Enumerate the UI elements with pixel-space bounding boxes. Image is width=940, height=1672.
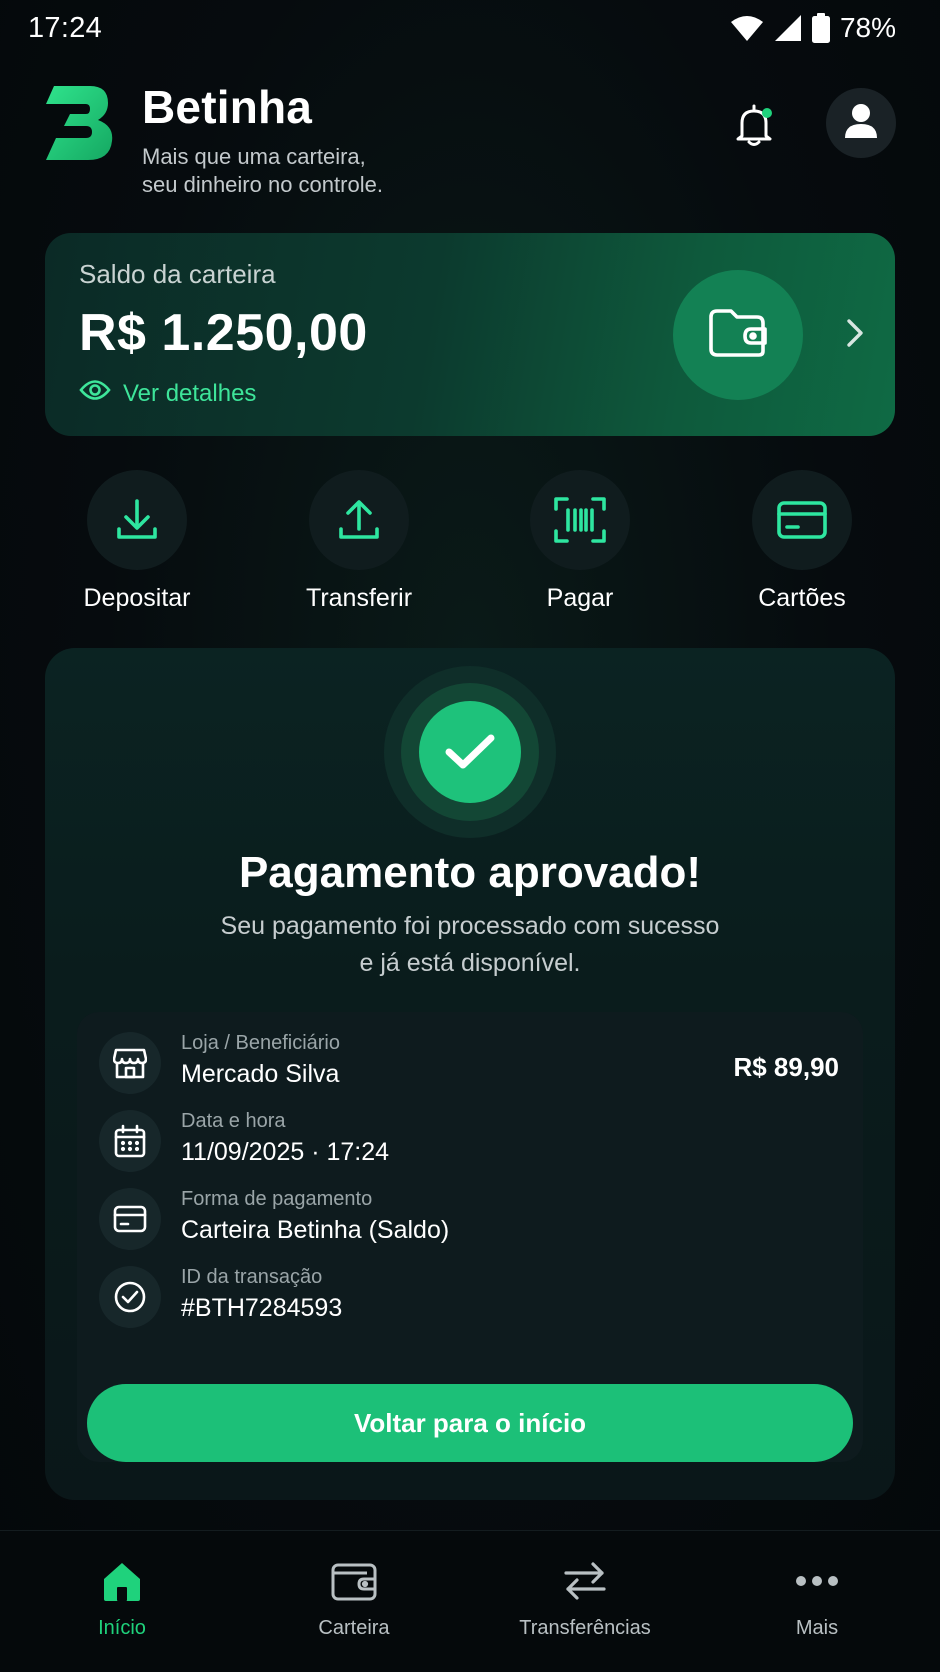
brand-block: Betinha Mais que uma carteira, seu dinhe… (142, 82, 442, 199)
payment-amount: R$ 89,90 (733, 1052, 839, 1082)
detail-value-datetime: 11/09/2025 · 17:24 (181, 1138, 390, 1166)
detail-label-datetime: Data e hora (181, 1110, 286, 1132)
credit-card-icon (752, 470, 852, 570)
action-pay[interactable]: Pagar (500, 470, 660, 613)
chevron-right-icon (845, 317, 865, 354)
quick-actions: Depositar Transferir Pagar Cartões (0, 470, 940, 620)
barcode-scan-icon (530, 470, 630, 570)
download-icon (87, 470, 187, 570)
user-icon (843, 102, 879, 145)
action-deposit-label: Depositar (83, 584, 191, 612)
nav-item-home[interactable]: Início (12, 1557, 232, 1640)
calendar-icon (99, 1110, 161, 1172)
app-screen: 17:24 78% Betinha Mais que uma carteira,… (0, 0, 940, 1672)
back-to-home-button[interactable]: Voltar para o início (87, 1384, 853, 1462)
battery-percent: 78% (839, 12, 896, 43)
transfer-arrows-icon (475, 1557, 695, 1605)
detail-value-store: Mercado Silva (181, 1060, 340, 1088)
notifications-button[interactable] (724, 98, 784, 158)
nav-item-more[interactable]: Mais (707, 1557, 927, 1640)
app-header: Betinha Mais que uma carteira, seu dinhe… (44, 82, 896, 202)
eye-icon (79, 379, 111, 408)
detail-label-transaction-id: ID da transação (181, 1266, 323, 1288)
balance-label: Saldo da carteira (79, 259, 276, 289)
wifi-icon (730, 14, 764, 42)
status-bar: 17:24 78% (0, 0, 940, 56)
nav-label-wallet: Carteira (318, 1617, 390, 1639)
betinha-logo-icon (46, 86, 114, 160)
check-circle-icon (99, 1266, 161, 1328)
detail-row-store: Loja / Beneficiário Mercado Silva R$ 89,… (99, 1032, 839, 1096)
tagline-line-1: Mais que uma carteira, (142, 143, 366, 169)
nav-label-transfers: Transferências (519, 1617, 651, 1639)
payment-approved-title: Pagamento aprovado! (238, 848, 702, 897)
detail-row-transaction-id: ID da transação #BTH7284593 (99, 1266, 839, 1330)
checkmark-icon (419, 701, 521, 803)
balance-value: R$ 1.250,00 (79, 304, 368, 362)
success-badge (384, 666, 556, 838)
tagline-line-2: seu dinheiro no controle. (142, 171, 383, 197)
app-tagline: Mais que uma carteira, seu dinheiro no c… (142, 143, 442, 199)
wallet-icon-badge (673, 270, 803, 400)
home-icon (12, 1557, 232, 1605)
message-line-2: e já está disponível. (359, 949, 581, 977)
profile-avatar-button[interactable] (826, 88, 896, 158)
wallet-icon (707, 307, 769, 364)
detail-value-method: Carteira Betinha (Saldo) (181, 1216, 450, 1244)
nav-item-transfers[interactable]: Transferências (475, 1557, 695, 1640)
view-details-label: Ver detalhes (123, 379, 257, 407)
action-transfer-label: Transferir (305, 584, 413, 612)
action-cards[interactable]: Cartões (722, 470, 882, 613)
success-badge-ring (401, 683, 539, 821)
credit-card-icon (99, 1188, 161, 1250)
wallet-balance-card[interactable]: Saldo da carteira R$ 1.250,00 Ver detalh… (45, 233, 895, 436)
action-cards-label: Cartões (758, 584, 846, 612)
detail-row-method: Forma de pagamento Carteira Betinha (Sal… (99, 1188, 839, 1252)
detail-row-datetime: Data e hora 11/09/2025 · 17:24 (99, 1110, 839, 1174)
status-icons: 78% (730, 12, 896, 44)
message-line-1: Seu pagamento foi processado com sucesso (220, 912, 720, 940)
detail-label-store: Loja / Beneficiário (181, 1032, 340, 1054)
payment-approved-message: Seu pagamento foi processado com sucesso… (195, 908, 745, 982)
nav-item-wallet[interactable]: Carteira (244, 1557, 464, 1640)
payment-approved-panel: Pagamento aprovado! Seu pagamento foi pr… (45, 648, 895, 1500)
nav-label-home: Início (98, 1617, 146, 1639)
detail-label-method: Forma de pagamento (181, 1188, 373, 1210)
status-time: 17:24 (28, 11, 103, 44)
upload-icon (309, 470, 409, 570)
action-pay-label: Pagar (546, 584, 614, 612)
more-dots-icon (707, 1557, 927, 1605)
signal-icon (774, 14, 802, 42)
view-details-link[interactable]: Ver detalhes (79, 379, 256, 408)
notification-dot (762, 108, 772, 118)
action-transfer[interactable]: Transferir (279, 470, 439, 613)
detail-value-transaction-id: #BTH7284593 (181, 1294, 343, 1322)
bottom-navigation: Início Carteira Transferências Mais (0, 1530, 940, 1672)
wallet-icon (244, 1557, 464, 1605)
action-deposit[interactable]: Depositar (57, 470, 217, 613)
store-icon (99, 1032, 161, 1094)
nav-label-more: Mais (795, 1617, 839, 1639)
battery-icon (811, 13, 830, 43)
app-name: Betinha (142, 81, 313, 133)
